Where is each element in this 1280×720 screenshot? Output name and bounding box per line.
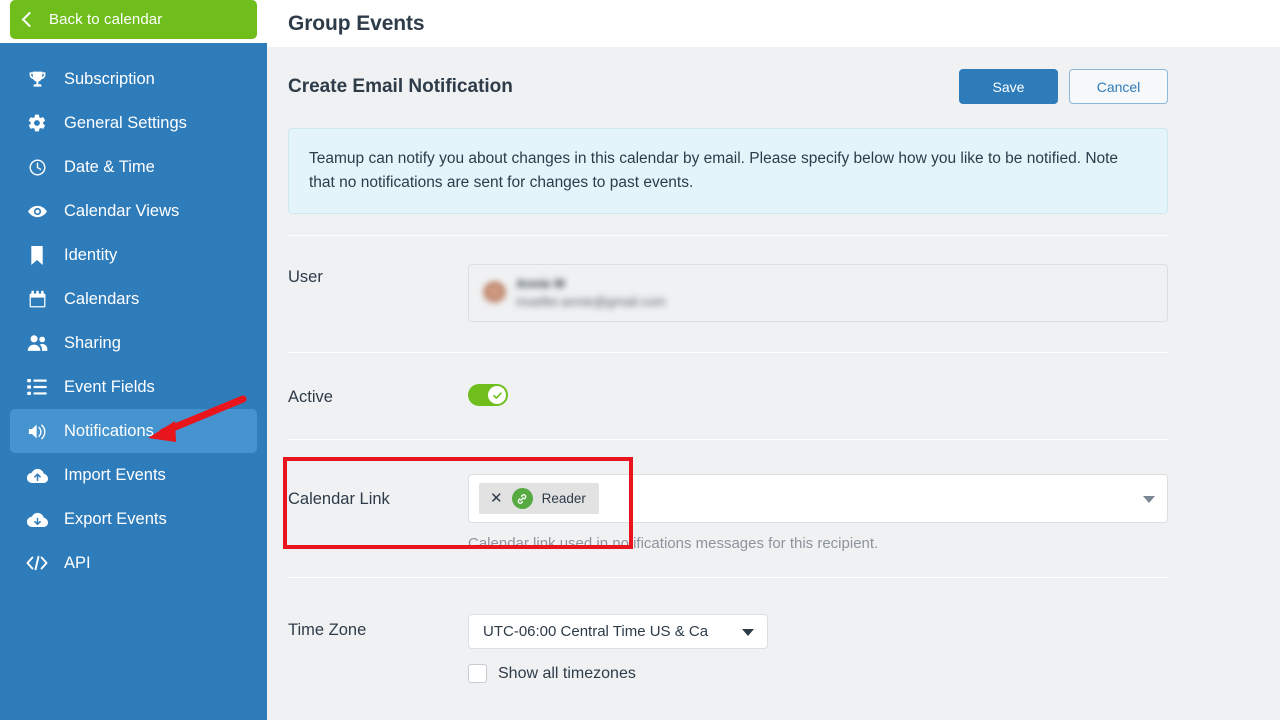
timezone-select[interactable]: UTC-06:00 Central Time US & Ca xyxy=(468,614,768,650)
calendar-link-row: Calendar Link ✕ Reader Calendar link use… xyxy=(267,474,1280,552)
show-all-timezones-checkbox[interactable] xyxy=(468,664,487,684)
timezone-row: Time Zone UTC-06:00 Central Time US & Ca… xyxy=(267,614,1280,684)
users-icon xyxy=(22,334,52,353)
speaker-icon xyxy=(22,422,52,441)
user-label: User xyxy=(288,268,323,287)
link-icon xyxy=(511,488,533,510)
sidebar-item-label: Calendar Views xyxy=(64,201,180,220)
sidebar-item-label: API xyxy=(64,553,91,572)
calendar-link-select[interactable]: ✕ Reader xyxy=(468,474,1168,524)
timezone-label: Time Zone xyxy=(288,621,367,640)
caret-down-icon[interactable] xyxy=(1143,495,1155,503)
sidebar-item-calendar-views[interactable]: Calendar Views xyxy=(10,189,257,233)
sidebar-item-label: Import Events xyxy=(64,465,166,484)
divider xyxy=(288,439,1168,441)
sidebar-item-sharing[interactable]: Sharing xyxy=(10,321,257,365)
sidebar-item-identity[interactable]: Identity xyxy=(10,233,257,277)
timezone-field: UTC-06:00 Central Time US & Ca Show all … xyxy=(468,614,1168,684)
divider xyxy=(288,577,1168,579)
avatar xyxy=(482,280,507,306)
sidebar-item-label: General Settings xyxy=(64,113,187,132)
toggle-knob xyxy=(488,386,506,405)
show-all-timezones-row: Show all timezones xyxy=(468,664,1168,684)
chevron-left-icon xyxy=(21,11,38,28)
back-to-calendar-label: Back to calendar xyxy=(49,11,163,28)
list-icon xyxy=(22,379,52,395)
cloud-upload-icon xyxy=(22,467,52,484)
clock-icon xyxy=(22,158,52,177)
calendar-icon xyxy=(22,290,52,309)
calendar-link-field: ✕ Reader Calendar link used in notificat… xyxy=(468,474,1168,552)
action-buttons: Save Cancel xyxy=(959,69,1168,104)
divider xyxy=(288,352,1168,354)
user-card: Annie M mueller.annie@gmail.com xyxy=(468,264,1168,323)
sidebar-item-label: Calendars xyxy=(64,289,140,308)
divider xyxy=(288,235,1168,237)
sidebar-item-label: Identity xyxy=(64,245,118,264)
sidebar-item-calendars[interactable]: Calendars xyxy=(10,277,257,321)
user-identity: Annie M mueller.annie@gmail.com xyxy=(516,276,666,310)
save-button[interactable]: Save xyxy=(959,69,1058,104)
sidebar-item-export-events[interactable]: Export Events xyxy=(10,497,257,541)
sidebar-item-api[interactable]: API xyxy=(10,541,257,585)
calendar-link-tag-label: Reader xyxy=(541,491,586,507)
top-bar: Group Events xyxy=(267,0,1280,47)
user-email: mueller.annie@gmail.com xyxy=(516,293,666,309)
eye-icon xyxy=(22,201,52,222)
close-icon[interactable]: ✕ xyxy=(490,491,503,506)
sidebar-item-notifications[interactable]: Notifications xyxy=(10,409,257,453)
gear-icon xyxy=(22,113,52,133)
content-area: Create Email Notification Save Cancel Te… xyxy=(267,47,1280,720)
sidebar-item-label: Notifications xyxy=(64,421,154,440)
calendar-link-hint: Calendar link used in notifications mess… xyxy=(468,535,879,553)
active-row: Active xyxy=(267,384,1280,411)
cloud-download-icon xyxy=(22,511,52,528)
user-field: Annie M mueller.annie@gmail.com xyxy=(468,264,1168,323)
form-title: Create Email Notification xyxy=(288,75,513,97)
sidebar-item-label: Event Fields xyxy=(64,377,155,396)
active-toggle[interactable] xyxy=(468,384,508,407)
back-to-calendar-button[interactable]: Back to calendar xyxy=(10,0,257,39)
calendar-link-tag: ✕ Reader xyxy=(479,483,599,515)
app-window: Back to calendar Subscription General Se… xyxy=(0,0,1280,720)
show-all-timezones-label: Show all timezones xyxy=(498,664,636,682)
active-label: Active xyxy=(288,388,333,407)
sidebar-item-import-events[interactable]: Import Events xyxy=(10,453,257,497)
sidebar-item-subscription[interactable]: Subscription xyxy=(10,57,257,101)
bookmark-icon xyxy=(22,245,52,265)
sidebar-item-event-fields[interactable]: Event Fields xyxy=(10,365,257,409)
sidebar-item-label: Export Events xyxy=(64,509,167,528)
check-icon xyxy=(492,391,502,399)
sidebar-item-label: Subscription xyxy=(64,69,155,88)
trophy-icon xyxy=(22,70,52,89)
page-title: Group Events xyxy=(288,11,425,35)
sidebar: Back to calendar Subscription General Se… xyxy=(0,0,267,720)
sidebar-item-general-settings[interactable]: General Settings xyxy=(10,101,257,145)
calendar-link-label: Calendar Link xyxy=(288,490,390,509)
user-name: Annie M xyxy=(516,276,565,291)
sidebar-item-label: Date & Time xyxy=(64,157,155,176)
cancel-button[interactable]: Cancel xyxy=(1069,69,1168,104)
sidebar-item-label: Sharing xyxy=(64,333,121,352)
caret-down-icon[interactable] xyxy=(742,628,754,636)
sidebar-item-date-time[interactable]: Date & Time xyxy=(10,145,257,189)
back-bar: Back to calendar xyxy=(0,0,267,43)
info-banner: Teamup can notify you about changes in t… xyxy=(288,128,1168,215)
active-field xyxy=(468,384,1168,411)
code-icon xyxy=(22,555,52,571)
main-panel: Group Events Create Email Notification S… xyxy=(267,0,1280,720)
section-header: Create Email Notification Save Cancel xyxy=(267,47,1280,104)
timezone-value: UTC-06:00 Central Time US & Ca xyxy=(483,623,709,641)
sidebar-nav: Subscription General Settings Date & Tim… xyxy=(0,43,267,585)
user-row: User Annie M mueller.annie@gmail.com xyxy=(267,264,1280,323)
